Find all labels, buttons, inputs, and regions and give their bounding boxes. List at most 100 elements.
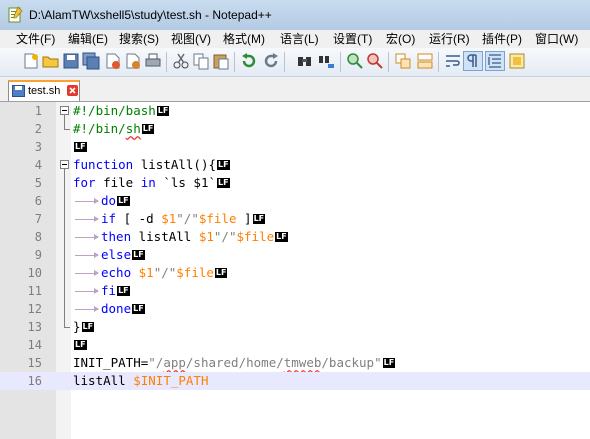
- notepad-app-icon: [8, 6, 23, 23]
- code-token: then: [101, 229, 132, 244]
- zoom-in-icon[interactable]: [346, 52, 364, 70]
- code-token: listAll: [73, 373, 134, 388]
- code-line[interactable]: 16 listAll $INIT_PATH: [0, 372, 590, 390]
- title-bar: D:\AlamTW\xshell5\study\test.sh - Notepa…: [0, 0, 590, 31]
- code-line[interactable]: 12 done LF: [0, 300, 590, 318]
- code-token: file: [95, 175, 141, 190]
- code-token: /backup": [321, 355, 382, 370]
- copy-icon[interactable]: [192, 52, 210, 70]
- save-icon[interactable]: [62, 52, 80, 70]
- code-text: done LF: [73, 300, 145, 318]
- code-token: $1: [161, 211, 177, 226]
- menu-language[interactable]: 语言(L): [280, 31, 319, 47]
- close-icon[interactable]: [104, 52, 122, 70]
- code-line[interactable]: 10 echo $1"/"$file LF: [0, 264, 590, 282]
- code-token: $1: [138, 265, 154, 280]
- eol-marker: LF: [74, 141, 87, 152]
- menu-plugins[interactable]: 插件(P): [482, 31, 522, 47]
- code-line[interactable]: 11 fi LF: [0, 282, 590, 300]
- code-token: $file: [198, 211, 237, 226]
- line-number: 12: [27, 302, 42, 316]
- tab-test-sh[interactable]: test.sh: [8, 80, 80, 101]
- code-token: do: [101, 193, 117, 208]
- fold-end: [64, 327, 70, 328]
- fold-toggle-icon[interactable]: [60, 160, 69, 169]
- code-token: fi: [101, 283, 117, 298]
- code-text: else LF: [73, 246, 145, 264]
- code-token: `ls $1`: [155, 175, 217, 190]
- tab-arrow-icon: [73, 192, 101, 210]
- tab-arrow-icon: [73, 282, 101, 300]
- code-line[interactable]: 7 if [ -d $1"/"$file ] LF: [0, 210, 590, 228]
- code-line[interactable]: 1 #!/bin/bash LF: [0, 102, 590, 120]
- code-line[interactable]: 9 else LF: [0, 246, 590, 264]
- code-text: echo $1"/"$file LF: [73, 264, 228, 282]
- show-all-characters-icon[interactable]: [463, 51, 483, 71]
- code-token: $INIT_PATH: [133, 373, 209, 388]
- close-all-icon[interactable]: [124, 52, 142, 70]
- code-line[interactable]: 4 function listAll(){LF: [0, 156, 590, 174]
- indent-guide-icon[interactable]: [485, 51, 505, 71]
- toolbar: [0, 48, 590, 77]
- code-line[interactable]: 5 for file in `ls $1` LF: [0, 174, 590, 192]
- open-file-icon[interactable]: [42, 52, 60, 70]
- zoom-out-icon[interactable]: [366, 52, 384, 70]
- code-text: LF: [73, 138, 87, 156]
- editor[interactable]: 1 #!/bin/bash LF 2 #!/bin/sh LF 3 LF 4 function l…: [0, 102, 590, 439]
- print-icon[interactable]: [144, 52, 162, 70]
- tab-arrow-icon: [73, 210, 101, 228]
- menu-search[interactable]: 搜索(S): [119, 31, 159, 47]
- code-token: INIT_PATH=: [73, 355, 149, 370]
- line-number: 4: [34, 158, 42, 172]
- undo-icon[interactable]: [240, 52, 258, 70]
- code-token: listAll: [131, 229, 199, 244]
- code-token: [ -d: [116, 211, 162, 226]
- code-line[interactable]: 3 LF: [0, 138, 590, 156]
- line-number: 16: [27, 374, 42, 388]
- code-token: if: [101, 211, 117, 226]
- eol-marker: LF: [217, 159, 230, 170]
- menu-edit[interactable]: 编辑(E): [68, 31, 108, 47]
- code-token: "/: [148, 355, 164, 370]
- line-number: 10: [27, 266, 42, 280]
- code-text: #!/bin/sh LF: [73, 120, 155, 138]
- line-number: 6: [34, 194, 42, 208]
- code-line[interactable]: 14 LF: [0, 336, 590, 354]
- code-line[interactable]: 2 #!/bin/sh LF: [0, 120, 590, 138]
- cut-icon[interactable]: [172, 52, 190, 70]
- redo-icon[interactable]: [262, 52, 280, 70]
- menu-macro[interactable]: 宏(O): [386, 31, 415, 47]
- find-icon[interactable]: [296, 52, 314, 70]
- code-line[interactable]: 13} LF: [0, 318, 590, 336]
- menu-run[interactable]: 运行(R): [429, 31, 470, 47]
- line-number: 7: [34, 212, 42, 226]
- fold-toggle-icon[interactable]: [60, 106, 69, 115]
- save-all-icon[interactable]: [82, 52, 100, 70]
- new-file-icon[interactable]: [22, 52, 40, 70]
- tab-close-icon[interactable]: [67, 85, 78, 96]
- code-line[interactable]: 8 then listAll $1"/"$file LF: [0, 228, 590, 246]
- tab-label: test.sh: [28, 85, 61, 97]
- menu-file[interactable]: 文件(F): [16, 31, 55, 47]
- menu-settings[interactable]: 设置(T): [333, 31, 372, 47]
- sync-vertical-icon[interactable]: [394, 52, 412, 70]
- code-token: ]: [236, 211, 252, 226]
- sync-horizontal-icon[interactable]: [416, 52, 434, 70]
- code-token: #!/bin/bash: [73, 103, 156, 118]
- replace-icon[interactable]: [318, 52, 336, 70]
- line-number: 15: [27, 356, 42, 370]
- code-token: app: [163, 355, 186, 370]
- tab-arrow-icon: [73, 264, 101, 282]
- word-wrap-icon[interactable]: [444, 52, 462, 70]
- tab-arrow-icon: [73, 246, 101, 264]
- toolbar-separator: [234, 52, 235, 72]
- paste-icon[interactable]: [212, 52, 230, 70]
- menu-view[interactable]: 视图(V): [171, 31, 211, 47]
- document-map-icon[interactable]: [508, 52, 526, 70]
- code-token: else: [101, 247, 132, 262]
- menu-window[interactable]: 窗口(W): [535, 31, 578, 47]
- menu-format[interactable]: 格式(M): [223, 31, 265, 47]
- code-line[interactable]: 6 do LF: [0, 192, 590, 210]
- code-line[interactable]: 15 INIT_PATH="/app/shared/home/tmweb/back…: [0, 354, 590, 372]
- eol-marker: LF: [132, 249, 145, 260]
